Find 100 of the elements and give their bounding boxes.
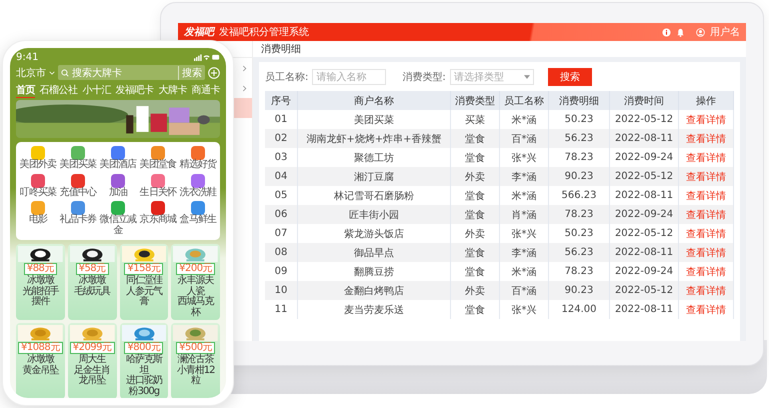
product-card[interactable]: ¥800元 哈萨克斯坦 进口驼奶粉300g (120, 323, 168, 398)
service-icon[interactable] (191, 201, 205, 215)
table-cell: 百*涵 (512, 134, 536, 144)
service-icon[interactable] (111, 146, 125, 160)
table-cell: 2022-09-24 (614, 152, 674, 163)
service-label[interactable]: 生日关怀 (140, 188, 176, 198)
service-icon[interactable] (151, 201, 165, 215)
table-cell: 02 (274, 133, 288, 144)
product-name: 小青柑12粒 (176, 366, 216, 386)
service-icon[interactable] (151, 174, 165, 188)
table-cell: 李*涵 (512, 172, 536, 182)
caret-icon (49, 70, 55, 74)
help-icon[interactable] (662, 28, 671, 36)
table-cell: 堂食 (465, 210, 485, 220)
search-button[interactable]: 搜索 (548, 68, 592, 86)
price-tag: ¥200元 (176, 263, 216, 275)
table-cell: 李*涵 (512, 248, 536, 258)
table-cell: 聚德工坊 (354, 152, 394, 164)
service-icon[interactable] (191, 146, 205, 160)
table-cell: 堂食 (465, 248, 485, 258)
name-input[interactable]: 请输入名称 (312, 69, 386, 85)
table-cell: 张*兴 (512, 152, 536, 164)
table-cell: 78.23 (564, 266, 594, 277)
product-name: 同仁堂佳 (126, 276, 162, 286)
price-tag: ¥500元 (176, 342, 216, 354)
product-card[interactable]: ¥88元 冰墩墩 光能招手摆件 (16, 244, 65, 320)
table-cell: 外卖 (465, 286, 485, 296)
table-cell: 张*兴 (512, 304, 536, 316)
service-icon[interactable] (71, 201, 85, 215)
product-name: 足金生肖龙吊坠 (73, 366, 112, 386)
service-icon[interactable] (31, 201, 45, 215)
product-name: 永丰源夫人瓷 (176, 276, 214, 296)
bell-icon[interactable] (676, 28, 685, 36)
table-cell: 翻腾豆捞 (354, 266, 394, 278)
column-header: 序号 (265, 91, 298, 110)
column-header: 消费明细 (548, 91, 610, 110)
product-card[interactable]: ¥58元 冰墩墩 毛绒玩具 (68, 244, 116, 320)
table-cell: 御品早点 (354, 248, 394, 258)
service-label[interactable]: 微信立减金 (98, 215, 138, 236)
table-cell: 04 (274, 171, 288, 182)
table-cell: 2022-05-12 (614, 114, 674, 125)
table-cell: 外卖 (465, 172, 485, 182)
service-label[interactable]: 京东商城 (140, 215, 176, 226)
table-cell: 堂食 (465, 266, 485, 278)
system-title: 发福吧积分管理系统 (219, 26, 309, 39)
product-name: 周大生 (78, 355, 106, 365)
table-cell: 2022-09-24 (614, 209, 674, 220)
service-icon[interactable] (31, 174, 45, 188)
service-icon[interactable] (71, 174, 85, 188)
service-icon[interactable] (111, 174, 125, 188)
status-time: 9:41 (16, 52, 38, 62)
product-card[interactable]: ¥1088元 冰墩墩 黄金吊坠 (16, 323, 65, 398)
product-name: 冰墩墩 (78, 276, 106, 286)
product-card[interactable]: ¥2099元 周大生 足金生肖龙吊坠 (68, 323, 116, 398)
logo: 发福吧 (184, 26, 214, 39)
service-icon[interactable] (71, 146, 85, 160)
product-name: 哈萨克斯坦 (124, 355, 164, 376)
column-header: 员工名称 (500, 91, 548, 110)
view-details-link[interactable]: 查看详情 (686, 266, 726, 278)
service-label[interactable]: 洗衣洗鞋 (180, 188, 216, 198)
product-card[interactable]: ¥158元 同仁堂佳 人参元气膏 (120, 244, 168, 320)
product-name: 毛绒玩具 (74, 286, 110, 297)
status-icons (194, 54, 220, 60)
table-cell: 湘汀豆腐 (354, 172, 394, 182)
service-label[interactable]: 叮咚买菜 (20, 188, 56, 198)
table-cell: 林记雪哥石磨肠粉 (334, 190, 414, 202)
view-details-link[interactable]: 查看详情 (686, 190, 726, 202)
service-label[interactable]: 盒马鲜生 (180, 215, 216, 226)
service-icon[interactable] (111, 201, 125, 215)
service-label[interactable]: 加油 (108, 188, 128, 198)
column-header: 消费类型 (450, 91, 500, 110)
table-cell: 50.23 (564, 228, 594, 239)
service-icon[interactable] (191, 174, 205, 188)
avatar-icon[interactable] (696, 28, 705, 36)
table-cell: 90.23 (564, 285, 594, 296)
product-name: 西城马克杯 (176, 297, 216, 318)
column-header: 消费时间 (610, 91, 678, 110)
view-details-link[interactable]: 查看详情 (686, 152, 726, 164)
service-icon[interactable] (31, 146, 45, 160)
table-cell: 11 (274, 304, 288, 315)
table-cell: 麦当劳麦乐送 (344, 304, 404, 316)
service-label[interactable]: 美团买菜 (60, 160, 96, 170)
table-cell: 50.23 (564, 114, 594, 125)
service-label[interactable]: 美团酒店 (100, 160, 136, 170)
product-card[interactable]: ¥200元 永丰源夫人瓷 西城马克杯 (171, 244, 220, 320)
service-label[interactable]: 礼品卡券 (60, 215, 96, 226)
table-cell: 米*涵 (512, 114, 536, 126)
service-label[interactable]: 精选好货 (180, 160, 216, 170)
view-details-link[interactable]: 查看详情 (686, 228, 726, 240)
service-icon[interactable] (151, 146, 165, 160)
service-label[interactable]: 充值中心 (60, 188, 96, 198)
view-details-link[interactable]: 查看详情 (686, 304, 726, 316)
service-label[interactable]: 电影 (28, 215, 48, 226)
table-cell: 肖*涵 (512, 210, 536, 220)
product-card[interactable]: ¥500元 澜沧古茶 小青柑12粒 (171, 323, 220, 398)
table-cell: 566.23 (562, 190, 596, 201)
view-details-link[interactable]: 查看详情 (686, 114, 726, 126)
service-label[interactable]: 美团外卖 (20, 160, 56, 170)
add-icon[interactable] (208, 66, 220, 78)
service-label[interactable]: 美团堂食 (140, 160, 176, 170)
